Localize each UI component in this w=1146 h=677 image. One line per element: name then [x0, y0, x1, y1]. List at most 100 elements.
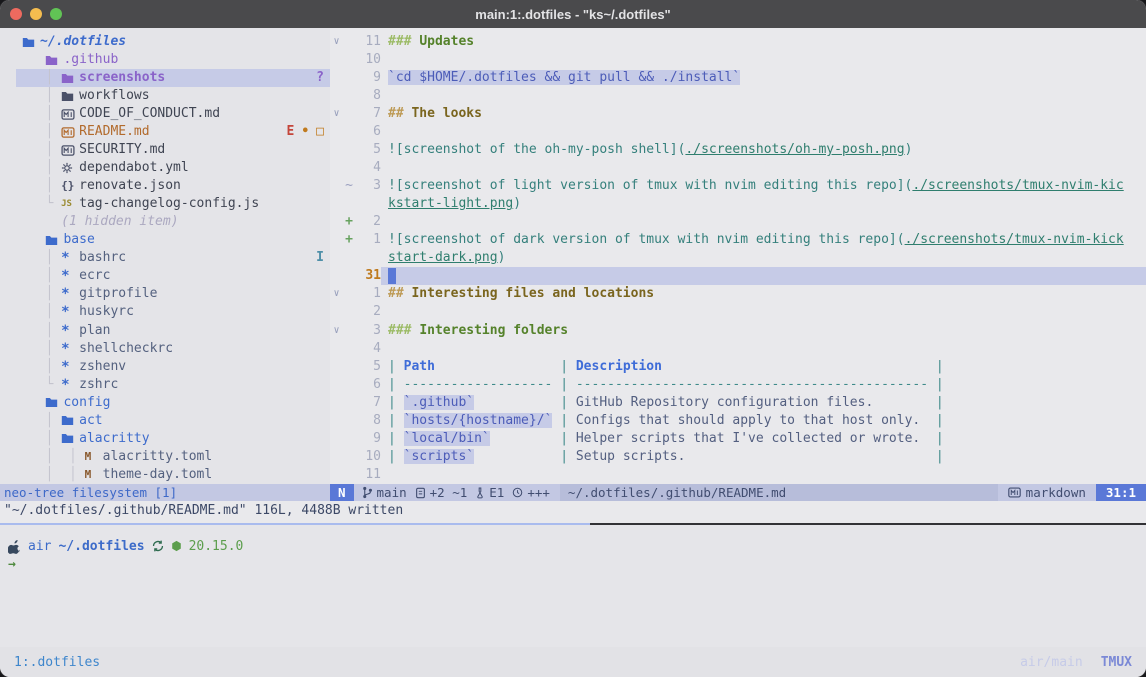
- editor-line[interactable]: 9`cd $HOME/.dotfiles && git pull && ./in…: [330, 69, 1146, 87]
- prompt-path: ~/.dotfiles: [58, 539, 144, 554]
- tree-item-label: renovate.json: [79, 177, 181, 195]
- extra-segment: +++: [512, 485, 550, 500]
- git-diff-label: +2 ~1: [430, 485, 468, 500]
- tree-item[interactable]: base: [16, 231, 330, 249]
- asterisk-icon: *: [61, 285, 79, 303]
- tree-item[interactable]: │ *plan: [16, 322, 330, 340]
- tree-item[interactable]: │ CODE_OF_CONDUCT.md: [16, 105, 330, 123]
- tree-item[interactable]: ~/.dotfiles: [16, 33, 330, 51]
- md-file-icon: [61, 145, 79, 156]
- editor-line[interactable]: kstart-light.png): [330, 195, 1146, 213]
- prompt-host: air: [28, 539, 51, 554]
- git-branch-segment: main: [362, 485, 407, 500]
- tree-item-label: ecrc: [79, 267, 110, 285]
- editor-line[interactable]: +1![screenshot of dark version of tmux w…: [330, 231, 1146, 249]
- editor-line[interactable]: 9| `local/bin` | Helper scripts that I'v…: [330, 430, 1146, 448]
- tree-item[interactable]: │ │ Mtheme-day.toml: [16, 466, 330, 484]
- tree-item-label: act: [79, 412, 102, 430]
- tree-item[interactable]: │ workflows: [16, 87, 330, 105]
- editor-line[interactable]: 11: [330, 466, 1146, 484]
- editor-line[interactable]: 10| `scripts` | Setup scripts. |: [330, 448, 1146, 466]
- tree-item-label: .github: [63, 51, 118, 69]
- asterisk-icon: *: [61, 249, 79, 267]
- editor-line[interactable]: 31: [330, 267, 1146, 285]
- editor-line[interactable]: ∨11### Updates: [330, 33, 1146, 51]
- editor-line[interactable]: 5| Path | Description |: [330, 358, 1146, 376]
- git-status-badge: ?: [316, 69, 324, 87]
- editor-pane: ∨11### Updates109`cd $HOME/.dotfiles && …: [330, 28, 1146, 484]
- mode-badge: N: [330, 484, 354, 501]
- editor-line[interactable]: 4: [330, 159, 1146, 177]
- folder-icon: [61, 415, 79, 426]
- tree-item[interactable]: │ *bashrcI: [16, 249, 330, 267]
- asterisk-icon: *: [61, 358, 79, 376]
- git-diff-segment: +2 ~1: [415, 485, 468, 500]
- tree-item-label: alacritty.toml: [103, 448, 213, 466]
- gear-icon: [61, 162, 79, 174]
- nodejs-icon: [171, 540, 182, 552]
- editor-line[interactable]: ∨1## Interesting files and locations: [330, 285, 1146, 303]
- editor-line[interactable]: 6| ------------------- | ---------------…: [330, 376, 1146, 394]
- tree-item-label: huskyrc: [79, 303, 134, 321]
- file-path-chip: ~/.dotfiles/.github/README.md: [560, 484, 998, 501]
- editor-line[interactable]: 4: [330, 340, 1146, 358]
- text-cursor: [388, 268, 396, 284]
- flask-icon: [475, 487, 485, 499]
- prompt-char[interactable]: →: [8, 557, 1146, 579]
- editor-line[interactable]: 10: [330, 51, 1146, 69]
- tree-item[interactable]: │ *huskyrc: [16, 303, 330, 321]
- tree-item-label: workflows: [79, 87, 149, 105]
- tree-item-label: base: [63, 231, 94, 249]
- tree-item[interactable]: │ *ecrc: [16, 267, 330, 285]
- tree-item-label: plan: [79, 322, 110, 340]
- tree-item-label: tag-changelog-config.js: [79, 195, 259, 213]
- braces-icon: {}: [61, 177, 79, 195]
- editor-lines: ∨11### Updates109`cd $HOME/.dotfiles && …: [330, 33, 1146, 484]
- git-status-badge: •: [301, 123, 309, 141]
- tree-item[interactable]: └ JStag-changelog-config.js: [16, 195, 330, 213]
- editor-line[interactable]: 6: [330, 123, 1146, 141]
- tree-item[interactable]: │ *shellcheckrc: [16, 340, 330, 358]
- tmux-window-label[interactable]: 1:.dotfiles: [14, 655, 100, 670]
- tree-item[interactable]: │ SECURITY.md: [16, 141, 330, 159]
- tree-item-label: (1 hidden item): [61, 213, 178, 231]
- tree-item-label: bashrc: [79, 249, 126, 267]
- neo-tree-statusline: neo-tree filesystem [1]: [0, 484, 330, 501]
- tree-item[interactable]: │ alacritty: [16, 430, 330, 448]
- shell-pane[interactable]: air ~/.dotfiles 20.15.0 →: [0, 525, 1146, 647]
- editor-line[interactable]: +2: [330, 213, 1146, 231]
- editor-line[interactable]: 2: [330, 303, 1146, 321]
- editor-line[interactable]: ∨3### Interesting folders: [330, 322, 1146, 340]
- tree-item[interactable]: │ screenshots?: [16, 69, 330, 87]
- js-icon: JS: [61, 195, 79, 213]
- tree-item[interactable]: │ {}renovate.json: [16, 177, 330, 195]
- tree-item[interactable]: │ *gitprofile: [16, 285, 330, 303]
- tree-item[interactable]: config: [16, 394, 330, 412]
- editor-line[interactable]: ~3![screenshot of light version of tmux …: [330, 177, 1146, 195]
- tree-item-label: shellcheckrc: [79, 340, 173, 358]
- asterisk-icon: *: [61, 303, 79, 321]
- editor-line[interactable]: ∨7## The looks: [330, 105, 1146, 123]
- clock-icon: [512, 487, 523, 498]
- tree-item[interactable]: │ dependabot.yml: [16, 159, 330, 177]
- md-file-icon: [61, 109, 79, 120]
- tree-item[interactable]: .github: [16, 51, 330, 69]
- tree-item[interactable]: │ *zshenv: [16, 358, 330, 376]
- prompt-line: air ~/.dotfiles 20.15.0: [8, 535, 1146, 557]
- editor-line[interactable]: start-dark.png): [330, 249, 1146, 267]
- editor-line[interactable]: 8: [330, 87, 1146, 105]
- tree-item[interactable]: │ README.mdE•□: [16, 123, 330, 141]
- tree-item-label: README.md: [79, 123, 149, 141]
- tree-item[interactable]: │ act: [16, 412, 330, 430]
- tree-item[interactable]: │ │ Malacritty.toml: [16, 448, 330, 466]
- editor-line[interactable]: 8| `hosts/{hostname}/` | Configs that sh…: [330, 412, 1146, 430]
- tree-item[interactable]: └ *zshrc: [16, 376, 330, 394]
- tree-item[interactable]: (1 hidden item): [16, 213, 330, 231]
- editor-line[interactable]: 7| `.github` | GitHub Repository configu…: [330, 394, 1146, 412]
- editor-line[interactable]: 5![screenshot of the oh-my-posh shell](.…: [330, 141, 1146, 159]
- asterisk-icon: *: [61, 376, 79, 394]
- markdown-icon: [1008, 487, 1021, 498]
- tmux-flag: TMUX: [1101, 655, 1132, 670]
- git-status-badge: I: [316, 249, 324, 267]
- folder-icon: [61, 73, 79, 84]
